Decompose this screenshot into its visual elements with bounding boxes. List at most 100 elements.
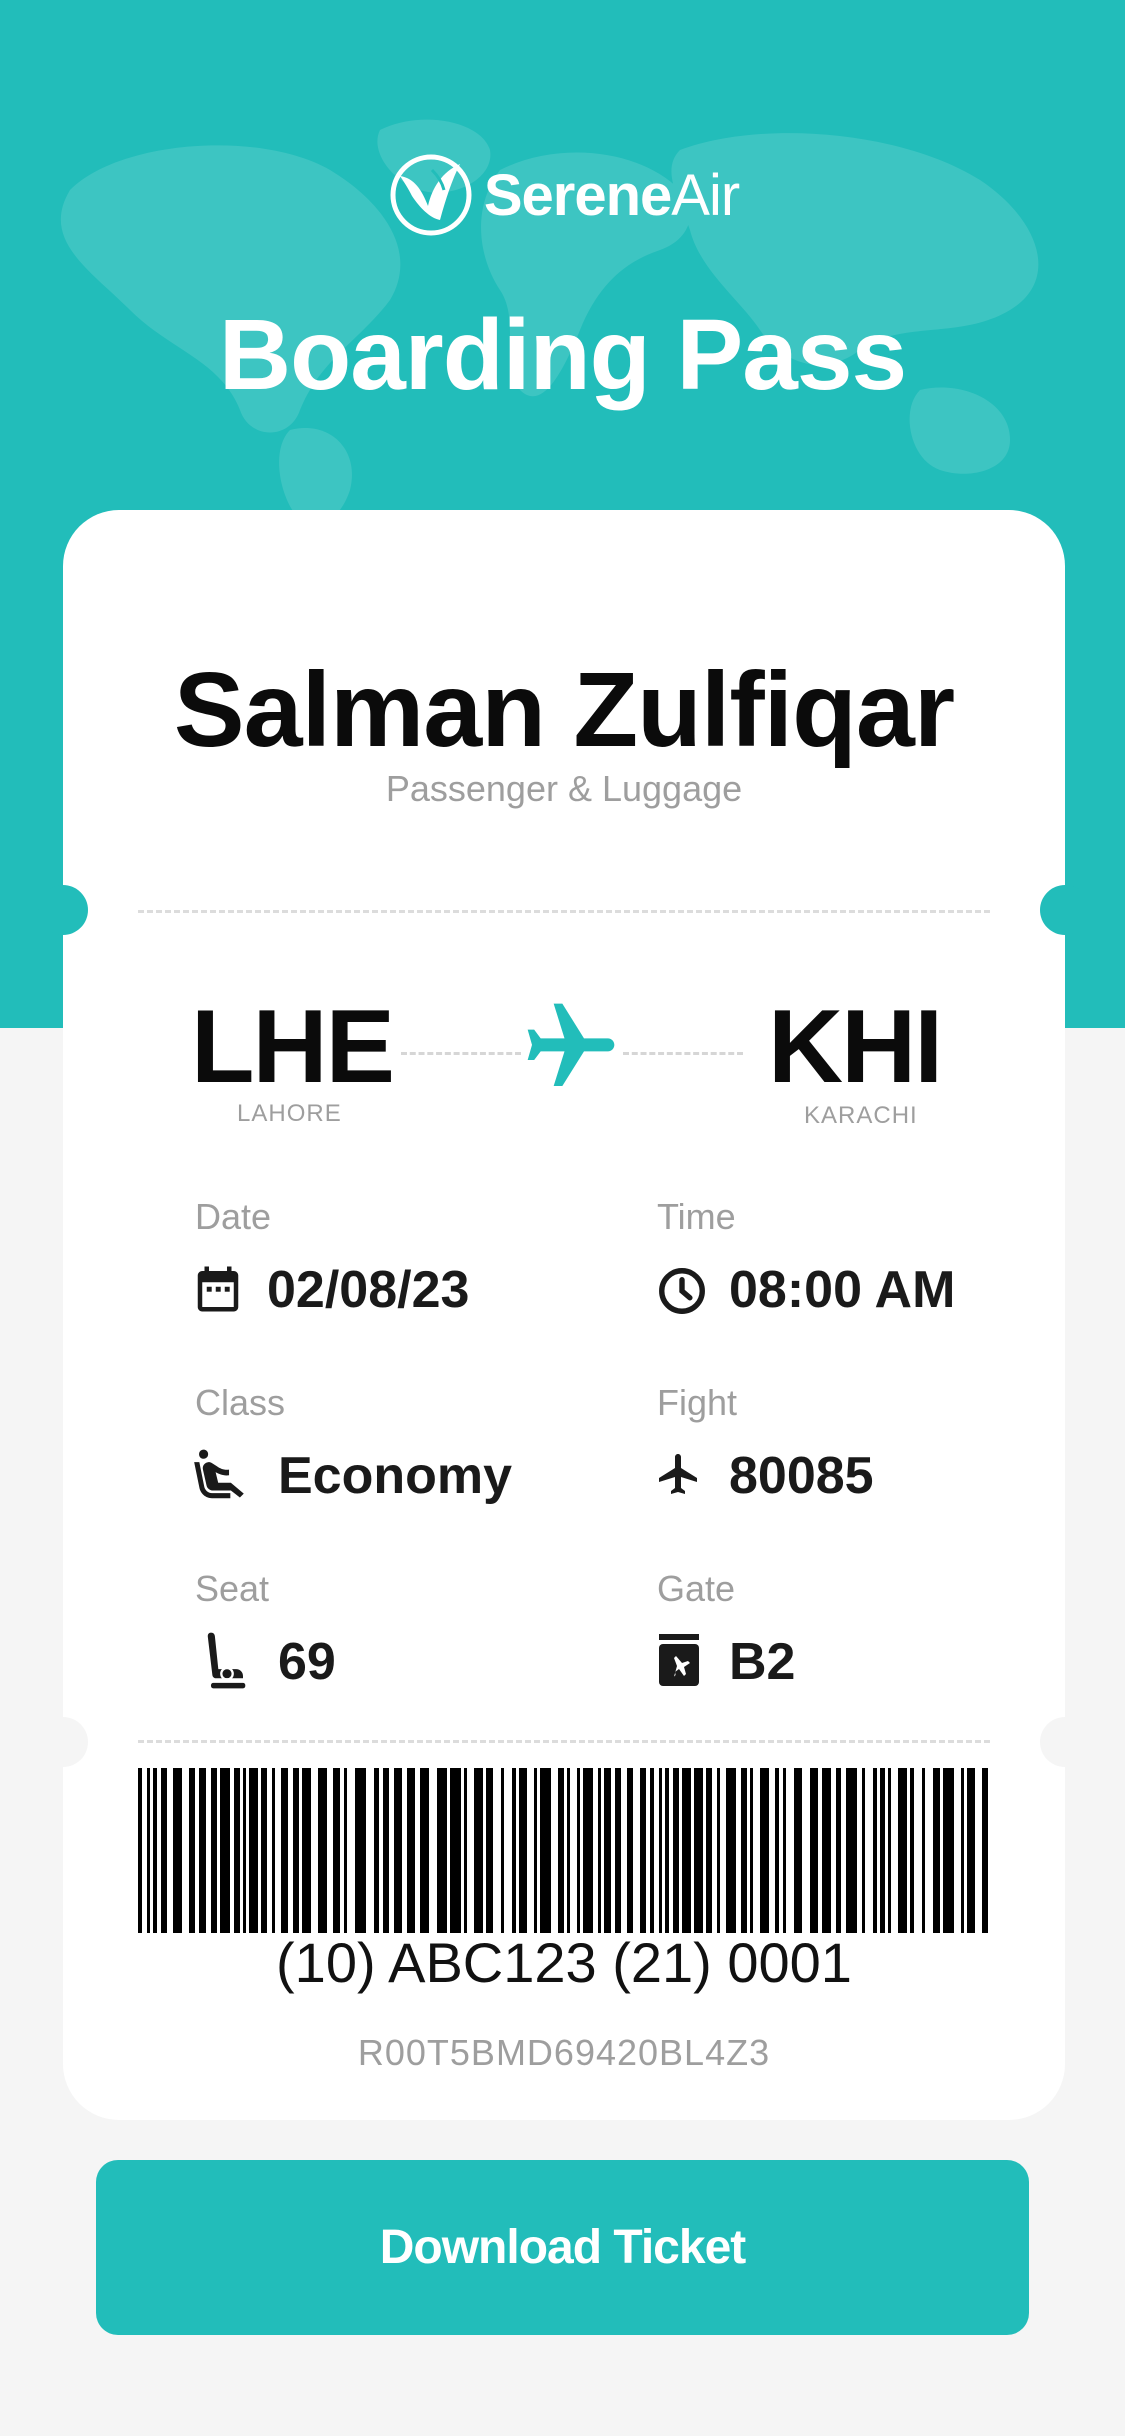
barcode-bar [407,1768,415,1933]
ticket-code: R00T5BMD69420BL4Z3 [357,2032,771,2073]
barcode-bar [627,1768,633,1933]
barcode-bar [694,1768,703,1933]
time-label: Time [657,1196,736,1237]
barcode-bar [659,1768,662,1933]
flight-value: 80085 [729,1447,874,1505]
barcode-bar [982,1768,988,1933]
barcode-bar [922,1768,925,1933]
boarding-pass-card: Salman Zulfiqar Passenger & Luggage LHE … [38,510,1090,2120]
barcode-bar [355,1768,366,1933]
clock-icon [659,1268,705,1314]
barcode-bar [910,1768,914,1933]
airplane-icon [527,1003,615,1086]
barcode-bar [577,1768,580,1933]
barcode-bar [333,1768,340,1933]
barcode-bar [741,1768,747,1933]
barcode-bar [138,1768,142,1933]
barcode-bar [822,1768,831,1933]
date-value: 02/08/23 [267,1261,470,1319]
download-ticket-button[interactable]: Download Ticket [96,2160,1029,2335]
barcode-bar [243,1768,246,1933]
barcode-bar [898,1768,907,1933]
gate-icon [659,1634,699,1686]
barcode-bar [615,1768,621,1933]
barcode-bar [464,1768,467,1933]
barcode-bar [967,1768,975,1933]
barcode-bar [933,1768,940,1933]
barcode-bar [880,1768,885,1933]
ticket-notch-right [1040,885,1090,935]
barcode-bar [567,1768,570,1933]
route-line-left [401,1052,521,1055]
barcode-bar [604,1768,611,1933]
gate-value: B2 [729,1633,796,1691]
barcode-bar [836,1768,841,1933]
barcode-bar [650,1768,654,1933]
barcode-bar [775,1768,779,1933]
barcode-bar [519,1768,527,1933]
barcode-bar [147,1768,150,1933]
origin-city: LAHORE [237,1100,342,1127]
barcode-bar [272,1768,275,1933]
barcode-bar [673,1768,679,1933]
barcode-bar [540,1768,551,1933]
barcode-bar [189,1768,195,1933]
barcode-bar [810,1768,818,1933]
barcode-bar [794,1768,802,1933]
ticket-notch-left [38,885,88,935]
barcode-bar [862,1768,865,1933]
barcode-bar [888,1768,891,1933]
barcode-bar [474,1768,483,1933]
barcode-bar [961,1768,964,1933]
barcode-bar [153,1768,157,1933]
barcode-bar [682,1768,691,1933]
barcode-bar [760,1768,769,1933]
destination-city: KARACHI [804,1102,918,1129]
barcode-bar [943,1768,954,1933]
barcode-bar [726,1768,736,1933]
passenger-subtitle: Passenger & Luggage [385,768,743,809]
class-label: Class [195,1382,286,1423]
barcode-text: (10) ABC123 (21) 0001 [276,1931,852,1994]
barcode [138,1768,988,1933]
barcode-bar [383,1768,389,1933]
perforation-divider-lower [138,1740,990,1743]
barcode-bar [534,1768,537,1933]
plane-icon [659,1454,697,1494]
barcode-bar [717,1768,720,1933]
date-label: Date [195,1196,272,1237]
time-value: 08:00 AM [729,1261,956,1319]
seat-icon [207,1632,246,1689]
barcode-bar [344,1768,347,1933]
barcode-bar [211,1768,217,1933]
barcode-bar [583,1768,593,1933]
ticket-notch-right-lower [1040,1717,1090,1767]
barcode-bar [261,1768,267,1933]
barcode-bar [706,1768,712,1933]
barcode-bar [640,1768,646,1933]
barcode-bar [161,1768,167,1933]
calendar-icon [197,1266,239,1312]
barcode-bar [783,1768,786,1933]
barcode-bar [302,1768,311,1933]
barcode-bar [420,1768,429,1933]
barcode-bar [220,1768,230,1933]
barcode-bar [374,1768,379,1933]
barcode-bar [173,1768,182,1933]
barcode-bar [394,1768,402,1933]
destination-code: KHI [768,989,943,1105]
passenger-seated-icon [194,1449,244,1499]
page-title: Boarding Pass [218,299,907,411]
barcode-bar [873,1768,877,1933]
barcode-bar [750,1768,753,1933]
seat-value: 69 [278,1633,336,1691]
ticket-notch-left-lower [38,1717,88,1767]
barcode-bar [846,1768,857,1933]
origin-code: LHE [191,989,395,1105]
class-value: Economy [278,1447,513,1505]
barcode-bar [501,1768,504,1933]
flight-label: Fight [657,1382,738,1423]
barcode-bar [437,1768,447,1933]
barcode-bar [558,1768,564,1933]
brand-name: SereneAir [483,162,740,228]
